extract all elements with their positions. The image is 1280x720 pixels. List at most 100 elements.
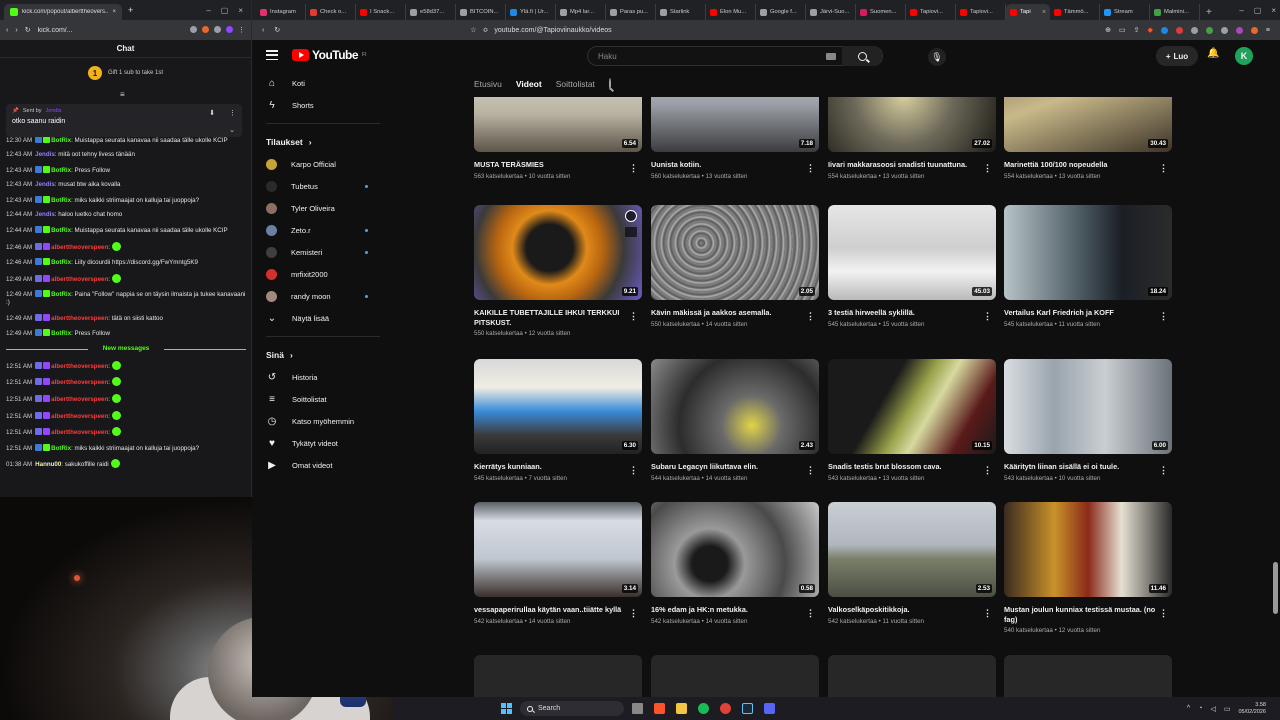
video-thumbnail[interactable]: 2.43 [651,359,819,454]
new-tab-button[interactable]: + [128,5,133,15]
sidebar-subscription[interactable]: randy moon [252,285,386,307]
video-card[interactable]: 27.02 Iivari makkarasoosi snadisti tuunat… [828,97,996,180]
video-title[interactable]: Kierrätys kunniaan. [474,462,642,472]
windows-start-icon[interactable] [501,703,512,714]
video-title[interactable]: Valkoselkäposkitikkoja. [828,605,996,615]
youtube-logo[interactable]: YouTube FI [292,48,367,62]
video-title[interactable]: Mustan joulun kunniax testissä mustaa. (… [1004,605,1172,624]
chat-username[interactable]: BotRix [51,137,71,144]
chat-username[interactable]: alberttheoverspeen [51,244,108,251]
browser-tab[interactable]: BITCOIN... [456,4,506,20]
video-more-icon[interactable]: ⋮ [1159,609,1168,618]
video-more-icon[interactable]: ⋮ [1159,164,1168,173]
video-thumbnail[interactable]: 45.03 [828,205,996,300]
close-window-icon[interactable]: × [1271,6,1276,15]
video-card[interactable]: 7.18 Uunista kotiin. 560 katselukertaa • 1… [651,97,819,180]
browser-tab[interactable]: Stream [1100,4,1150,20]
video-title[interactable]: 3 testiä hirweellä syklillä. [828,308,996,318]
chat-username[interactable]: alberttheoverspeen [51,276,108,283]
tab-playlists[interactable]: Soittolistat [556,79,595,89]
reload-icon[interactable]: ↻ [274,26,280,34]
tab-videos[interactable]: Videot [516,79,542,89]
video-thumbnail[interactable]: 6.00 [1004,359,1172,454]
chat-username[interactable]: alberttheoverspeen [51,396,108,403]
video-title[interactable]: Uunista kotiin. [651,160,819,170]
browser-tab[interactable]: Järvi-Suo... [806,4,856,20]
video-thumbnail[interactable]: 0.58 [651,502,819,597]
channel-search-button[interactable] [608,78,611,90]
avatar[interactable]: K [1235,47,1253,65]
close-icon[interactable]: × [112,9,116,15]
search-input[interactable]: Haku [587,46,883,66]
sidebar-subscription[interactable]: Kemisteri [252,241,386,263]
you-header[interactable]: Sinä › [252,344,386,366]
video-thumbnail[interactable]: 2.53 [828,502,996,597]
video-card[interactable]: 6.00 Kääritytn liinan sisällä ei oi tuule… [1004,359,1172,482]
video-more-icon[interactable]: ⋮ [629,466,638,475]
extension-icon[interactable] [1175,26,1183,34]
video-more-icon[interactable]: ⋮ [629,609,638,618]
extension-icon[interactable] [1190,26,1198,34]
chat-username[interactable]: Hannu00 [35,461,61,468]
browser-tab[interactable]: Tapiovi... [956,4,1006,20]
video-card[interactable]: 0.58 16% edam ja HK:n metukka. 542 katselu… [651,502,819,625]
chat-username[interactable]: BotRix [51,227,71,234]
video-title[interactable]: Iivari makkarasoosi snadisti tuunattuna. [828,160,996,170]
battery-icon[interactable]: ▭ [1224,705,1231,713]
chat-username[interactable]: BotRix [51,167,71,174]
video-more-icon[interactable]: ⋮ [983,312,992,321]
chat-username[interactable]: Jendis [35,181,55,188]
unpin-icon[interactable]: ⬇ [209,109,215,117]
steam-icon[interactable] [742,703,753,714]
sidebar-item-liked[interactable]: ♥ Tykätyt videot [252,432,386,454]
menu-icon[interactable]: ≡ [1266,27,1270,34]
back-icon[interactable]: ‹ [262,27,264,34]
video-title[interactable]: Kääritytn liinan sisällä ei oi tuule. [1004,462,1172,472]
video-card[interactable]: 45.03 3 testiä hirweellä syklillä. 545 kat… [828,205,996,328]
minimize-icon[interactable]: – [206,6,210,15]
browser-tab[interactable]: Instagram [256,4,306,20]
sidebar-subscription[interactable]: Karpo Official [252,153,386,175]
extension-icon[interactable] [202,26,209,33]
video-card[interactable]: 18.24 Vertailus Karl Friedrich ja KOFF 545… [1004,205,1172,328]
video-thumbnail[interactable]: 6.30 [474,359,642,454]
extension-icon[interactable] [1235,26,1243,34]
video-more-icon[interactable]: ⋮ [806,312,815,321]
video-more-icon[interactable]: ⋮ [983,466,992,475]
video-title[interactable]: 16% edam ja HK:n metukka. [651,605,819,615]
video-card[interactable]: 10.15 Snadis testis brut blossom cava. 543… [828,359,996,482]
browser-tab[interactable]: Tapiovi... [906,4,956,20]
share-icon[interactable]: ⇪ [1134,26,1140,34]
taskbar-clock[interactable]: 3.58 05/02/2026 [1238,702,1266,716]
sidebar-item-playlists[interactable]: ≡ Soittolistat [252,388,386,410]
video-more-icon[interactable]: ⋮ [806,609,815,618]
page-scrollbar[interactable] [1273,562,1278,614]
browser-tab[interactable]: Malmini... [1150,4,1200,20]
new-tab-button[interactable]: + [1200,3,1218,18]
video-title[interactable]: Vertailus Karl Friedrich ja KOFF [1004,308,1172,318]
url-field[interactable]: ☆ ≎ youtube.com/@Tapioviinaukko/videos [470,26,611,35]
close-tab-icon[interactable]: × [1042,9,1046,16]
browser-tab[interactable]: Tämmö... [1050,4,1100,20]
kick-url[interactable]: kick.com/... [38,27,73,34]
browser-tab[interactable]: Suomen... [856,4,906,20]
discord-icon[interactable] [764,703,775,714]
maximize-icon[interactable]: ▢ [221,6,229,15]
sidebar-item-koti[interactable]: ⌂ Koti [252,72,386,94]
close-window-icon[interactable]: × [238,6,243,15]
volume-icon[interactable]: ◁ [1210,705,1215,713]
video-thumbnail[interactable]: 7.18 [651,97,819,152]
video-more-icon[interactable]: ⋮ [629,164,638,173]
reload-icon[interactable]: ↻ [25,26,31,34]
extension-icon[interactable] [190,26,197,33]
create-button[interactable]: + Luo [1156,46,1198,66]
sidebar-item-watch-later[interactable]: ◷ Katso myöhemmin [252,410,386,432]
extension-icon[interactable] [1160,26,1168,34]
browser-tab-active[interactable]: Tapi × [1006,4,1050,20]
video-card[interactable]: 30.43 Marinettiä 100/100 nopeudella 554 ka… [1004,97,1172,180]
browser-tab[interactable]: Elon Mu... [706,4,756,20]
sidebar-subscription[interactable]: mrfixit2000 [252,263,386,285]
video-more-icon[interactable]: ⋮ [629,312,638,321]
watch-later-icon[interactable] [625,210,637,222]
video-thumbnail[interactable]: 10.15 [828,359,996,454]
